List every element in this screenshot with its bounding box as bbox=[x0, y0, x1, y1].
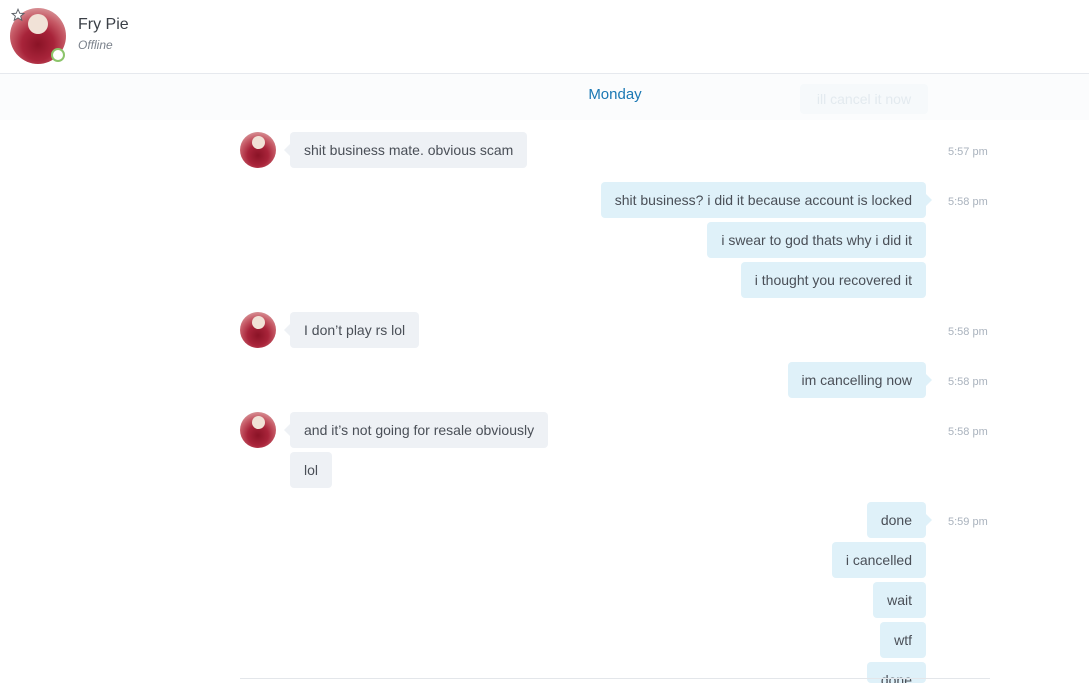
message-timestamp: 5:57 pm bbox=[948, 146, 988, 158]
contact-status: Offline bbox=[78, 38, 113, 52]
star-icon[interactable] bbox=[11, 8, 25, 22]
message-timestamp: 5:58 pm bbox=[948, 376, 988, 388]
message-bubble-incoming[interactable]: I don’t play rs lol bbox=[283, 312, 420, 348]
message-bubble-incoming[interactable]: shit business mate. obvious scam bbox=[283, 132, 528, 168]
contact-name[interactable]: Fry Pie bbox=[78, 16, 129, 34]
message-bubble-outgoing[interactable]: i swear to god thats why i did it bbox=[707, 222, 926, 258]
message-bubble-outgoing[interactable]: wait bbox=[873, 582, 926, 618]
message-bubble-outgoing[interactable]: i cancelled bbox=[831, 542, 926, 578]
message-timestamp: 5:58 pm bbox=[948, 196, 988, 208]
sender-avatar[interactable] bbox=[240, 412, 276, 448]
message-bubble-incoming[interactable]: and it’s not going for resale obviously bbox=[283, 412, 549, 448]
day-label: Monday bbox=[588, 86, 642, 103]
chat-header: Fry Pie Offline bbox=[0, 0, 1089, 74]
sender-avatar[interactable] bbox=[240, 312, 276, 348]
presence-indicator bbox=[51, 48, 65, 62]
message-timestamp: 5:58 pm bbox=[948, 326, 988, 338]
message-bubble-outgoing[interactable]: i thought you recovered it bbox=[740, 262, 926, 298]
message-bubble-outgoing[interactable]: im cancelling now bbox=[787, 362, 932, 398]
message-bubble-outgoing[interactable]: wtf bbox=[880, 622, 926, 658]
message-bubble-incoming[interactable]: lol bbox=[290, 452, 333, 488]
message-bubble-outgoing[interactable]: done bbox=[866, 502, 933, 538]
message-timestamp: 5:59 pm bbox=[948, 516, 988, 528]
message-timestamp: 5:58 pm bbox=[948, 426, 988, 438]
composer-divider bbox=[240, 678, 990, 679]
message-bubble-outgoing[interactable]: shit business? i did it because account … bbox=[600, 182, 933, 218]
sender-avatar[interactable] bbox=[240, 132, 276, 168]
message-bubble-outgoing[interactable]: done bbox=[866, 662, 926, 683]
